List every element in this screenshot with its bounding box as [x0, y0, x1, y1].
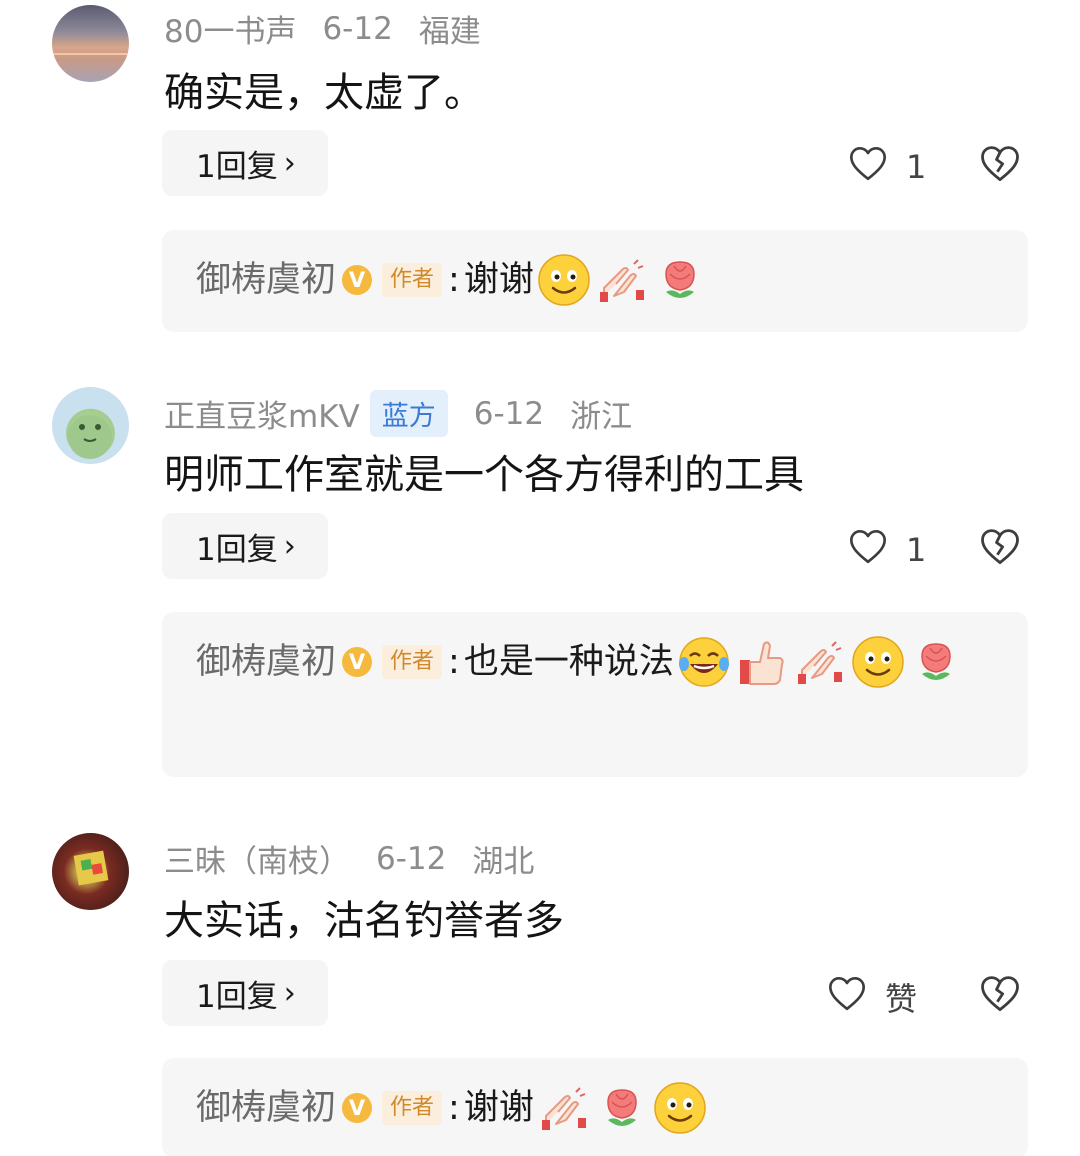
colon-separator: : [448, 1088, 460, 1128]
author-reply-text: 也是一种说法 [463, 642, 674, 682]
like-count: 1 [906, 148, 927, 186]
view-replies-button[interactable]: 1回复 › [162, 960, 328, 1026]
broken-heart-icon [979, 146, 1021, 187]
comment-item: 三昧（南枝） 6-12 湖北 大实话，沽名钓誉者多 1回复 › 赞 御梼虞初 V… [0, 826, 1080, 1156]
clap-emoji [792, 634, 848, 690]
smile-emoji [652, 1080, 708, 1136]
avatar[interactable] [52, 5, 129, 82]
broken-heart-icon [979, 976, 1021, 1017]
comment-date: 6-12 [322, 10, 393, 47]
author-reply[interactable]: 御梼虞初 V 作者 : 也是一种说法 [162, 612, 1028, 777]
comment-item: 正直豆浆mKV 蓝方 6-12 浙江 明师工作室就是一个各方得利的工具 1回复 … [0, 380, 1080, 780]
comment-date: 6-12 [473, 395, 545, 432]
reply-count-label: 1回复 [196, 148, 278, 185]
comment-location: 浙江 [570, 399, 633, 435]
chevron-right-icon: › [283, 975, 296, 1011]
smile-emoji [850, 634, 906, 690]
author-tag: 作者 [382, 645, 443, 679]
like-button[interactable]: 赞 [827, 974, 917, 1020]
dislike-button[interactable] [979, 143, 1021, 183]
username[interactable]: 80一书声 [164, 6, 296, 51]
comment-meta: 80一书声 6-12 福建 [164, 6, 481, 51]
laugh-cry-emoji [676, 634, 732, 690]
comment-meta: 三昧（南枝） 6-12 湖北 [164, 836, 534, 881]
author-reply-text: 谢谢 [463, 1088, 534, 1128]
view-replies-button[interactable]: 1回复 › [162, 513, 328, 579]
avatar[interactable] [52, 387, 129, 464]
author-name[interactable]: 御梼虞初 [196, 1078, 336, 1138]
like-count: 赞 [885, 980, 918, 1018]
heart-outline-icon [827, 974, 867, 1020]
comment-meta: 正直豆浆mKV 蓝方 6-12 浙江 [164, 390, 632, 437]
team-tag: 蓝方 [369, 390, 448, 437]
comment-location: 湖北 [472, 844, 535, 880]
avatar[interactable] [52, 833, 129, 910]
author-name[interactable]: 御梼虞初 [196, 250, 336, 310]
rose-emoji [594, 1080, 650, 1136]
chevron-right-icon: › [283, 145, 296, 181]
comment-item: 80一书声 6-12 福建 确实是，太虚了。 1回复 › 1 御梼虞初 V 作者… [0, 0, 1080, 340]
author-reply[interactable]: 御梼虞初 V 作者 : 谢谢 [162, 1058, 1028, 1156]
username[interactable]: 三昧（南枝） [164, 836, 350, 881]
author-tag: 作者 [382, 1091, 443, 1125]
colon-separator: : [448, 260, 460, 300]
comment-text: 明师工作室就是一个各方得利的工具 [164, 452, 804, 498]
like-button[interactable]: 1 [848, 527, 926, 573]
like-count: 1 [906, 531, 927, 569]
like-button[interactable]: 1 [848, 144, 926, 190]
heart-outline-icon [848, 144, 888, 190]
reply-count-label: 1回复 [196, 978, 278, 1015]
clap-emoji [594, 252, 650, 308]
comment-text: 大实话，沽名钓誉者多 [164, 898, 564, 944]
comment-date: 6-12 [376, 840, 447, 877]
broken-heart-icon [979, 529, 1021, 570]
colon-separator: : [448, 642, 460, 682]
author-reply[interactable]: 御梼虞初 V 作者 : 谢谢 [162, 230, 1028, 332]
reply-count-label: 1回复 [196, 531, 278, 568]
author-reply-text: 谢谢 [463, 260, 534, 300]
comment-location: 福建 [418, 14, 481, 50]
verified-v-icon: V [342, 1093, 373, 1123]
chevron-right-icon: › [283, 528, 296, 564]
heart-outline-icon [848, 527, 888, 573]
dislike-button[interactable] [979, 526, 1021, 566]
view-replies-button[interactable]: 1回复 › [162, 130, 328, 196]
verified-v-icon: V [342, 647, 373, 677]
author-name[interactable]: 御梼虞初 [196, 632, 336, 692]
smile-emoji [536, 252, 592, 308]
rose-emoji [908, 634, 964, 690]
comment-text: 确实是，太虚了。 [164, 70, 484, 116]
clap-emoji [536, 1080, 592, 1136]
author-tag: 作者 [382, 263, 443, 297]
dislike-button[interactable] [979, 973, 1021, 1013]
verified-v-icon: V [342, 265, 373, 295]
rose-emoji [652, 252, 708, 308]
username[interactable]: 正直豆浆mKV [164, 391, 360, 436]
thumbs-up-emoji [734, 634, 790, 690]
